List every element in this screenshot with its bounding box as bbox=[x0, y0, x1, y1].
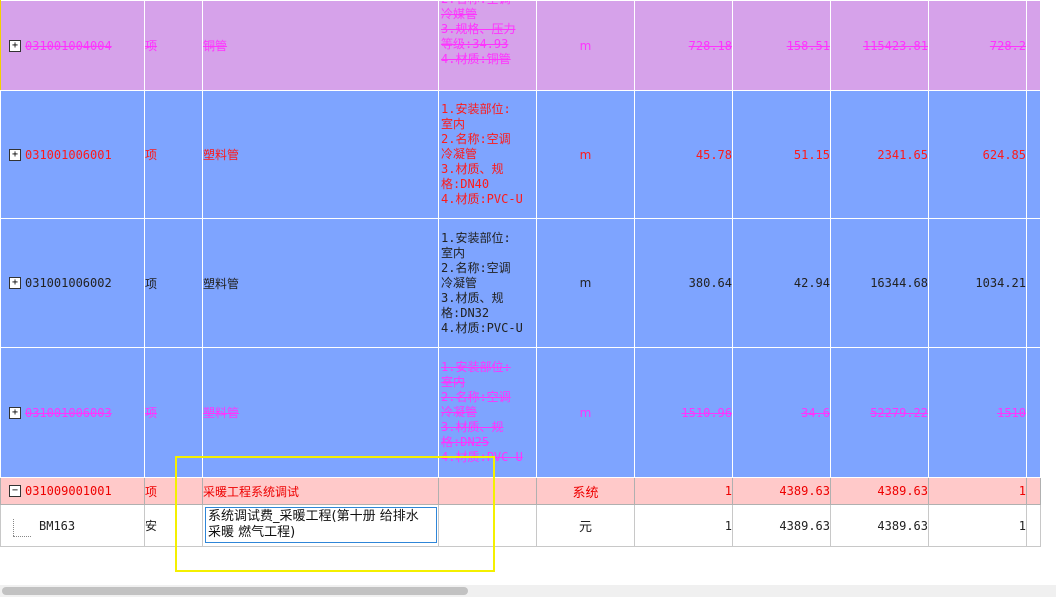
expand-icon[interactable]: + bbox=[9, 39, 21, 52]
row-tail bbox=[1026, 347, 1041, 478]
total-cell[interactable]: 52279.22 bbox=[830, 347, 929, 478]
expand-icon[interactable]: + bbox=[9, 277, 21, 289]
item-features: 1.安装部位: 室内 2.名称:空调 冷凝管 3.材质、规 格:DN32 4.材… bbox=[441, 230, 523, 335]
measure-unit-cell[interactable]: 元 bbox=[536, 504, 635, 547]
table-row[interactable]: + 031001004004 项 铜管 2.名称:空调 冷媒管 3.规格、压力 … bbox=[0, 0, 1041, 91]
table-row[interactable]: + 031001006003 项 塑料管 1.安装部位: 室内 2.名称:空调 … bbox=[0, 347, 1041, 478]
item-code: 031001006001 bbox=[25, 147, 112, 162]
item-code: 031009001001 bbox=[25, 484, 112, 498]
item-features: 2.名称:空调 冷媒管 3.规格、压力 等级:34.93 4.材质:铜管 bbox=[441, 2, 516, 67]
item-name-cell[interactable]: 塑料管 bbox=[202, 347, 439, 478]
code-cell[interactable]: BM163 bbox=[0, 504, 145, 547]
extra-cell[interactable]: 624.85 bbox=[928, 90, 1027, 219]
unit-price-cell[interactable]: 4389.63 bbox=[732, 504, 831, 547]
code-cell[interactable]: − 031009001001 bbox=[0, 477, 145, 505]
unit-price-cell[interactable]: 42.94 bbox=[732, 218, 831, 348]
collapse-icon[interactable]: − bbox=[9, 485, 21, 497]
quantity-cell[interactable]: 45.78 bbox=[634, 90, 733, 219]
measure-unit-cell[interactable]: m bbox=[536, 218, 635, 348]
measure-unit-cell[interactable]: 系统 bbox=[536, 477, 635, 505]
category-cell[interactable]: 项 bbox=[144, 0, 203, 91]
measure-unit-cell[interactable]: m bbox=[536, 0, 635, 91]
expand-icon[interactable]: + bbox=[9, 148, 21, 161]
extra-cell[interactable]: 1 bbox=[928, 504, 1027, 547]
features-cell[interactable]: 2.名称:空调 冷媒管 3.规格、压力 等级:34.93 4.材质:铜管 bbox=[438, 0, 537, 91]
unit-price-cell[interactable]: 4389.63 bbox=[732, 477, 831, 505]
features-cell[interactable] bbox=[438, 504, 537, 547]
row-tail bbox=[1026, 218, 1041, 348]
category-cell[interactable]: 项 bbox=[144, 477, 203, 505]
total-cell[interactable]: 4389.63 bbox=[830, 504, 929, 547]
quantity-cell[interactable]: 1510.96 bbox=[634, 347, 733, 478]
quantity-cell[interactable]: 1 bbox=[634, 477, 733, 505]
measure-unit-cell[interactable]: m bbox=[536, 347, 635, 478]
features-cell[interactable]: 1.安装部位: 室内 2.名称:空调 冷凝管 3.材质、规 格:DN32 4.材… bbox=[438, 218, 537, 348]
item-name-edit-field[interactable]: 系统调试费_采暖工程(第十册 给排水 采暖 燃气工程) bbox=[205, 507, 437, 543]
features-cell[interactable]: 1.安装部位: 室内 2.名称:空调 冷凝管 3.材质、规 格:DN25 4.材… bbox=[438, 347, 537, 478]
unit-price-cell[interactable]: 51.15 bbox=[732, 90, 831, 219]
category-cell[interactable]: 安 bbox=[144, 504, 203, 547]
table-row[interactable]: + 031001006002 项 塑料管 1.安装部位: 室内 2.名称:空调 … bbox=[0, 218, 1041, 348]
item-code: BM163 bbox=[39, 518, 76, 533]
total-cell[interactable]: 4389.63 bbox=[830, 477, 929, 505]
category-cell[interactable]: 项 bbox=[144, 218, 203, 348]
category-cell[interactable]: 项 bbox=[144, 90, 203, 219]
extra-cell[interactable]: 1 bbox=[928, 477, 1027, 505]
bill-items-table: + 031001004004 项 铜管 2.名称:空调 冷媒管 3.规格、压力 … bbox=[0, 0, 1041, 547]
total-cell[interactable]: 2341.65 bbox=[830, 90, 929, 219]
quantity-cell[interactable]: 1 bbox=[634, 504, 733, 547]
code-cell[interactable]: + 031001006001 bbox=[0, 90, 145, 219]
features-cell[interactable] bbox=[438, 477, 537, 505]
item-features: 1.安装部位: 室内 2.名称:空调 冷凝管 3.材质、规 格:DN25 4.材… bbox=[441, 360, 523, 464]
row-tail bbox=[1026, 90, 1041, 219]
item-name-cell[interactable]: 采暖工程系统调试 bbox=[202, 477, 439, 505]
item-code: 031001006002 bbox=[25, 276, 112, 290]
measure-unit-cell[interactable]: m bbox=[536, 90, 635, 219]
item-name-cell[interactable]: 铜管 bbox=[202, 0, 439, 91]
table-row[interactable]: + 031001006001 项 塑料管 1.安装部位: 室内 2.名称:空调 … bbox=[0, 90, 1041, 219]
row-tail bbox=[1026, 504, 1041, 547]
row-tail bbox=[1026, 477, 1041, 505]
row-marker bbox=[0, 0, 1, 90]
item-name-cell[interactable]: 系统调试费_采暖工程(第十册 给排水 采暖 燃气工程) bbox=[202, 504, 439, 547]
extra-cell[interactable]: 1034.21 bbox=[928, 218, 1027, 348]
unit-price-cell[interactable]: 158.51 bbox=[732, 0, 831, 91]
total-cell[interactable]: 115423.81 bbox=[830, 0, 929, 91]
item-code: 031001006003 bbox=[25, 405, 112, 420]
code-cell[interactable]: + 031001006003 bbox=[0, 347, 145, 478]
item-name-cell[interactable]: 塑料管 bbox=[202, 90, 439, 219]
unit-price-cell[interactable]: 34.6 bbox=[732, 347, 831, 478]
category-cell[interactable]: 项 bbox=[144, 347, 203, 478]
extra-cell[interactable]: 1510 bbox=[928, 347, 1027, 478]
tree-line bbox=[13, 535, 31, 537]
item-code: 031001004004 bbox=[25, 38, 112, 53]
expand-icon[interactable]: + bbox=[9, 406, 21, 419]
code-cell[interactable]: + 031001004004 bbox=[0, 0, 145, 91]
table-row[interactable]: − 031009001001 项 采暖工程系统调试 系统 1 4389.63 4… bbox=[0, 477, 1041, 505]
tree-line bbox=[13, 518, 14, 536]
table-row[interactable]: BM163 安 系统调试费_采暖工程(第十册 给排水 采暖 燃气工程) 元 1 … bbox=[0, 504, 1041, 547]
item-name-cell[interactable]: 塑料管 bbox=[202, 218, 439, 348]
features-cell[interactable]: 1.安装部位: 室内 2.名称:空调 冷凝管 3.材质、规 格:DN40 4.材… bbox=[438, 90, 537, 219]
quantity-cell[interactable]: 380.64 bbox=[634, 218, 733, 348]
extra-cell[interactable]: 728.2 bbox=[928, 0, 1027, 91]
row-tail bbox=[1026, 0, 1041, 91]
item-features: 1.安装部位: 室内 2.名称:空调 冷凝管 3.材质、规 格:DN40 4.材… bbox=[441, 102, 523, 206]
quantity-cell[interactable]: 728.18 bbox=[634, 0, 733, 91]
total-cell[interactable]: 16344.68 bbox=[830, 218, 929, 348]
scrollbar-thumb[interactable] bbox=[2, 587, 468, 595]
item-features bbox=[440, 490, 536, 492]
horizontal-scrollbar[interactable] bbox=[0, 585, 1056, 597]
code-cell[interactable]: + 031001006002 bbox=[0, 218, 145, 348]
